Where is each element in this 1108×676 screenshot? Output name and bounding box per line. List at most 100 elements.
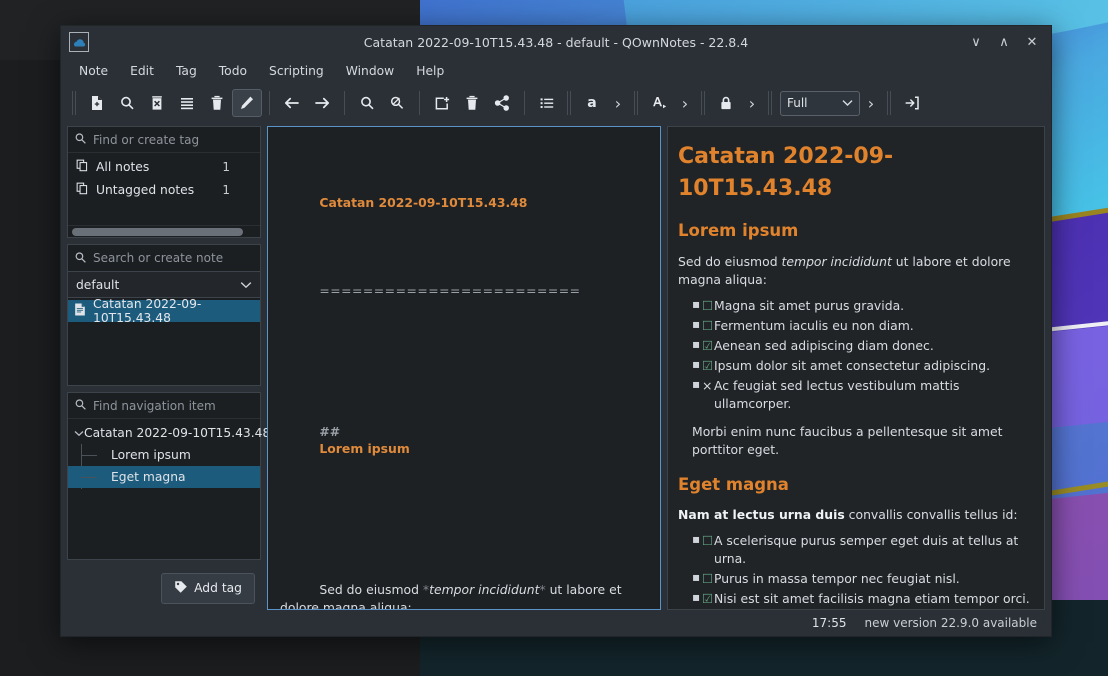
preview-li-text: Ipsum dolor sit amet consectetur adipisc…: [714, 357, 991, 373]
nav-item-lorem-ipsum[interactable]: Lorem ipsum: [68, 444, 260, 466]
search-icon: [74, 130, 87, 149]
toolbar-separator: [269, 91, 270, 115]
preview-list-item: ☑ Ipsum dolor sit amet consectetur adipi…: [692, 356, 1030, 375]
font-overflow-chevron-icon[interactable]: ›: [607, 89, 629, 117]
preview-para1-emphasis: tempor incididunt: [781, 253, 892, 269]
view-mode-select[interactable]: Full: [780, 90, 860, 116]
note-list-item[interactable]: Catatan 2022-09-10T15.43.48: [68, 297, 260, 325]
toolbar: a › › › Full ›: [61, 84, 1051, 122]
share-tag-icon[interactable]: [487, 89, 517, 117]
toolbar-separator: [344, 91, 345, 115]
toolbar-separator: [524, 91, 525, 115]
edit-pencil-icon[interactable]: [232, 89, 262, 117]
note-folder-value: default: [76, 277, 120, 292]
main-area: Find or create tag All notes 1 Untagged …: [61, 122, 1051, 610]
toolbar-grip[interactable]: [566, 90, 573, 116]
checkbox-unchecked-icon[interactable]: ☐: [702, 570, 713, 588]
view-overflow-chevron-icon[interactable]: ›: [860, 89, 882, 117]
preview-li-text: A scelerisque purus semper eget duis at …: [714, 533, 1019, 567]
nav-root-item[interactable]: Catatan 2022-09-10T15.43.48: [68, 422, 270, 444]
menu-help[interactable]: Help: [406, 61, 454, 81]
markdown-preview[interactable]: Catatan 2022-09-10T15.43.48 Lorem ipsum …: [667, 126, 1045, 610]
scrollbar-thumb[interactable]: [72, 228, 244, 236]
lock-icon[interactable]: [711, 89, 741, 117]
checkbox-checked-icon[interactable]: ☑: [702, 357, 713, 375]
note-list-icon[interactable]: [172, 89, 202, 117]
note-list-item-label: Catatan 2022-09-10T15.43.48: [93, 297, 202, 325]
editor-heading-line: Catatan 2022-09-10T15.43.48: [280, 176, 648, 229]
preview-li-text: Nisi est sit amet facilisis magna etiam …: [714, 591, 1030, 607]
checkbox-unchecked-icon[interactable]: ☐: [702, 532, 713, 550]
status-time: 17:55: [811, 616, 847, 630]
forward-arrow-icon[interactable]: [307, 89, 337, 117]
tag-row-all-notes[interactable]: All notes 1: [68, 155, 260, 178]
editor-blank-line: [280, 352, 648, 370]
status-message[interactable]: new version 22.9.0 available: [864, 616, 1037, 630]
nav-search-row[interactable]: Find navigation item: [68, 393, 260, 419]
menu-scripting[interactable]: Scripting: [259, 61, 334, 81]
menu-tag[interactable]: Tag: [166, 61, 207, 81]
format-a-icon[interactable]: [644, 89, 674, 117]
editor-content: Catatan 2022-09-10T15.43.48 ============…: [280, 141, 648, 609]
new-note-icon[interactable]: [82, 89, 112, 117]
note-panel: Search or create note default Catatan 20…: [67, 244, 261, 386]
tag-row-untagged-notes[interactable]: Untagged notes 1: [68, 178, 260, 201]
trash-icon[interactable]: [202, 89, 232, 117]
tag-search-row[interactable]: Find or create tag: [68, 127, 260, 153]
maximize-button[interactable]: ∧: [991, 30, 1017, 54]
toolbar-grip[interactable]: [886, 90, 893, 116]
toolbar-grip[interactable]: [700, 90, 707, 116]
tag-label: All notes: [96, 159, 150, 174]
nav-search-input[interactable]: Find navigation item: [93, 399, 216, 413]
todo-list-icon[interactable]: [532, 89, 562, 117]
back-arrow-icon[interactable]: [277, 89, 307, 117]
preview-list-1: ☐ Magna sit amet purus gravida. ☐ Fermen…: [692, 296, 1030, 413]
note-search-input[interactable]: Search or create note: [93, 251, 223, 265]
preview-para2-strong: Nam at lectus urna duis: [678, 507, 845, 523]
minimize-button[interactable]: ∨: [963, 30, 989, 54]
close-button[interactable]: ✕: [1019, 30, 1045, 54]
font-a-icon[interactable]: a: [577, 89, 607, 117]
toolbar-grip[interactable]: [767, 90, 774, 116]
menu-window[interactable]: Window: [336, 61, 405, 81]
search-note-icon[interactable]: [112, 89, 142, 117]
menu-todo[interactable]: Todo: [209, 61, 257, 81]
tag-panel-hscrollbar[interactable]: [68, 225, 260, 237]
preview-h2-lorem: Lorem ipsum: [678, 220, 799, 240]
new-tag-icon[interactable]: [427, 89, 457, 117]
nav-item-eget-magna[interactable]: Eget magna: [68, 466, 260, 488]
find-icon[interactable]: [352, 89, 382, 117]
note-search-row[interactable]: Search or create note: [68, 245, 260, 271]
add-tag-button[interactable]: Add tag: [161, 572, 255, 604]
menu-edit[interactable]: Edit: [120, 61, 164, 81]
tag-search-input[interactable]: Find or create tag: [93, 133, 199, 147]
toolbar-separator: [419, 91, 420, 115]
remove-tag-icon[interactable]: [457, 89, 487, 117]
checkbox-checked-icon[interactable]: ☑: [702, 590, 713, 608]
format-overflow-chevron-icon[interactable]: ›: [674, 89, 696, 117]
menu-note[interactable]: Note: [69, 61, 118, 81]
preview-list-2: ☐ A scelerisque purus semper eget duis a…: [692, 531, 1030, 609]
tree-connector: [81, 477, 97, 478]
toolbar-grip[interactable]: [633, 90, 640, 116]
find-replace-icon[interactable]: [382, 89, 412, 117]
checkbox-unchecked-icon[interactable]: ☐: [702, 317, 713, 335]
preview-li-text: Magna sit amet purus gravida.: [714, 297, 905, 313]
preview-list-item: ☐ Magna sit amet purus gravida.: [692, 296, 1030, 315]
note-folder-select[interactable]: default: [67, 272, 261, 298]
tree-connector: [81, 455, 97, 456]
chevron-down-icon[interactable]: [74, 430, 84, 437]
exit-icon[interactable]: [897, 89, 927, 117]
markdown-editor[interactable]: Catatan 2022-09-10T15.43.48 ============…: [267, 126, 661, 610]
preview-list-item: ☐ Purus in massa tempor nec feugiat nisl…: [692, 569, 1030, 588]
checkbox-checked-icon[interactable]: ☑: [702, 337, 713, 355]
preview-para2-rest: convallis convallis tellus id:: [844, 507, 1018, 523]
delete-note-icon[interactable]: [142, 89, 172, 117]
preview-h2-eget: Eget magna: [678, 474, 789, 494]
note-list[interactable]: Catatan 2022-09-10T15.43.48: [67, 297, 261, 386]
lock-overflow-chevron-icon[interactable]: ›: [741, 89, 763, 117]
preview-li-text: Fermentum iaculis eu non diam.: [714, 317, 914, 333]
checkbox-unchecked-icon[interactable]: ☐: [702, 297, 713, 315]
toolbar-grip[interactable]: [71, 90, 78, 116]
checkbox-cross-icon[interactable]: ×: [702, 377, 712, 395]
